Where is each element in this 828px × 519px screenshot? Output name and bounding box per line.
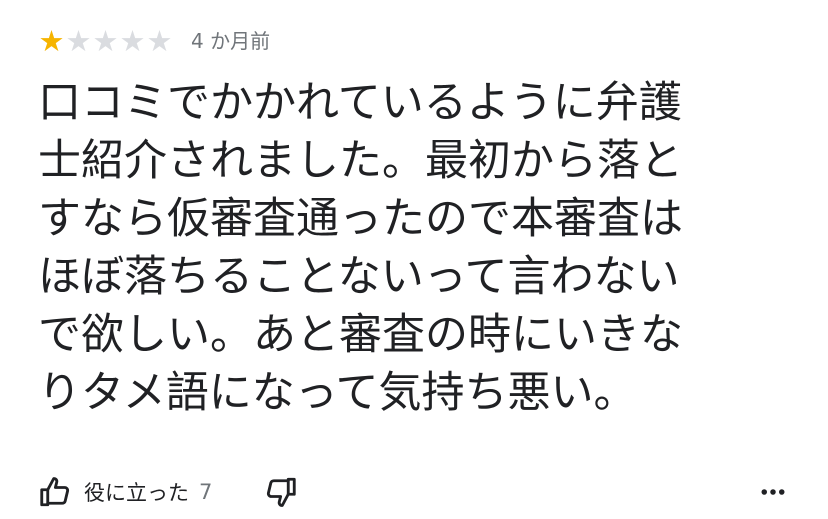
- star-icon-empty: ★: [146, 24, 173, 58]
- star-rating: ★ ★ ★ ★ ★: [38, 24, 173, 58]
- helpful-button[interactable]: 役に立った 7: [38, 474, 212, 510]
- star-icon-filled: ★: [38, 24, 65, 58]
- review-actions: 役に立った 7: [38, 470, 788, 514]
- thumbs-down-icon: [262, 474, 298, 510]
- thumbs-up-icon: [38, 474, 74, 510]
- helpful-count: 7: [199, 480, 213, 504]
- more-options-button[interactable]: [758, 477, 788, 507]
- star-icon-empty: ★: [65, 24, 92, 58]
- more-options-icon: [758, 477, 788, 507]
- review-header: ★ ★ ★ ★ ★ 4 か月前: [38, 24, 271, 58]
- review-text: 口コミでかかれているように弁護 士紹介されました。最初から落と すなら仮審査通っ…: [38, 78, 683, 418]
- not-helpful-button[interactable]: [262, 474, 298, 510]
- star-icon-empty: ★: [92, 24, 119, 58]
- helpful-label: 役に立った: [84, 481, 189, 505]
- star-icon-empty: ★: [119, 24, 146, 58]
- review-time: 4 か月前: [191, 29, 271, 53]
